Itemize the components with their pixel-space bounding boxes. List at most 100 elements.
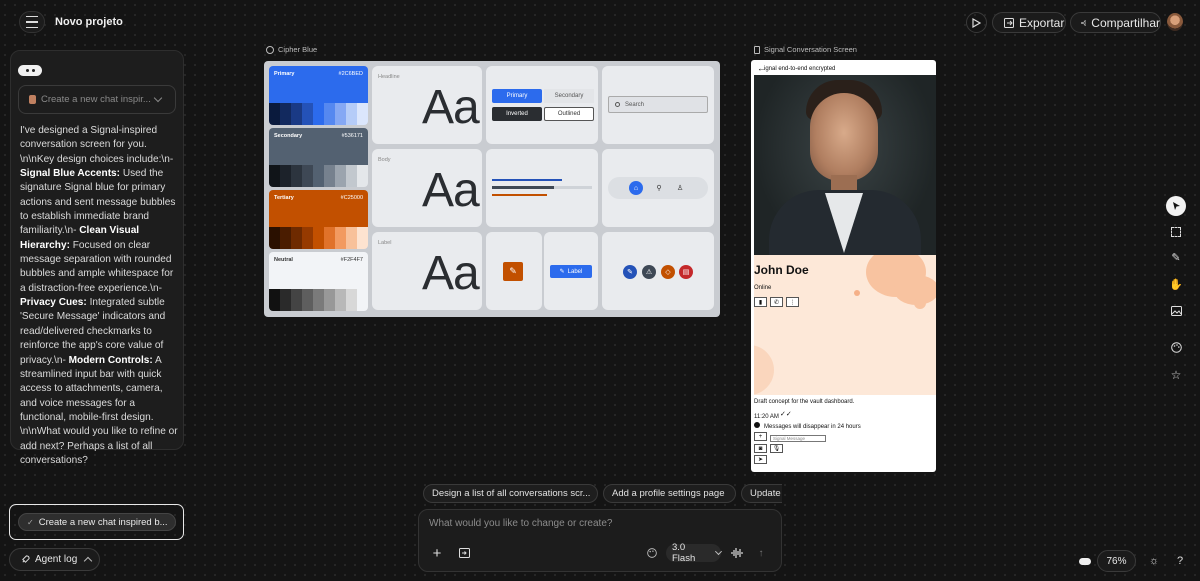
more-options-icon[interactable]: ⋮	[786, 297, 799, 307]
swatch-name: Tertiary	[274, 195, 294, 201]
voice-input-button[interactable]	[729, 546, 745, 560]
microphone-icon[interactable]: 🎙	[770, 444, 783, 453]
search-nav-icon[interactable]: ⚲	[652, 181, 666, 195]
design-system-frame[interactable]: Primary #2C6BED Secondary #536171 Tertiary #C…	[264, 61, 720, 317]
preview-button[interactable]	[966, 12, 987, 33]
swatch-hex: #2C6BED	[338, 71, 363, 77]
message-emphasis: Signal Blue Accents:	[20, 168, 121, 180]
tag-icon[interactable]: ◇	[661, 265, 675, 279]
message-text: I've designed a Signal-inspired conversa…	[20, 125, 174, 165]
theme-tool[interactable]	[1166, 337, 1186, 357]
color-shade	[357, 227, 368, 249]
chevron-up-icon	[84, 556, 93, 566]
help-icon: ?	[1176, 555, 1184, 567]
model-selector[interactable]: 3.0 Flash	[666, 542, 723, 564]
home-icon[interactable]: ⌂	[629, 181, 643, 195]
color-swatch-primary[interactable]: Primary #2C6BED	[269, 66, 368, 125]
color-swatch-secondary[interactable]: Secondary #536171	[269, 128, 368, 187]
message-input[interactable]: Signal Message	[770, 435, 826, 442]
color-shade	[324, 227, 335, 249]
color-shade	[335, 103, 346, 125]
outlined-button-sample[interactable]: Outlined	[544, 107, 594, 121]
agent-log-label: Agent log	[35, 554, 78, 565]
add-attachment-icon[interactable]: +	[754, 432, 767, 441]
inverted-button-sample[interactable]: Inverted	[492, 107, 542, 121]
favorite-tool[interactable]: ☆	[1166, 365, 1186, 385]
color-swatch-tertiary[interactable]: Tertiary #C25000	[269, 190, 368, 249]
progress-bar-blue	[492, 179, 562, 181]
camera-icon[interactable]: ◙	[754, 444, 767, 453]
suggestion-button[interactable]: ✓ Create a new chat inspired b...	[18, 513, 176, 531]
typing-indicator	[18, 65, 42, 76]
progress-card	[486, 149, 598, 227]
theme-toggle-button[interactable]: ☼	[1146, 553, 1162, 569]
pen-icon: ✎	[1171, 251, 1181, 264]
color-shade	[357, 103, 368, 125]
cloud-status-icon[interactable]	[1078, 555, 1092, 567]
star-icon: ☆	[1170, 368, 1182, 382]
palette-button[interactable]	[645, 546, 659, 560]
color-shade	[313, 227, 324, 249]
suggestion-chip[interactable]: Update n	[741, 484, 782, 503]
share-button[interactable]: Compartilhar	[1070, 12, 1161, 33]
primary-button-sample[interactable]: Primary	[492, 89, 542, 103]
color-shade	[280, 289, 291, 311]
swatch-name: Secondary	[274, 133, 303, 139]
export-label: Exportar	[1019, 15, 1065, 30]
swatch-hex: #C25000	[340, 195, 363, 201]
video-call-icon[interactable]: ▮	[754, 297, 767, 307]
phone-frame[interactable]: ← ignal end-to-end encrypted John Doe On…	[751, 60, 936, 472]
hand-tool[interactable]: ✋	[1166, 274, 1186, 294]
color-card: Primary #2C6BED Secondary #536171 Tertiary #C…	[264, 61, 371, 317]
progress-bar-dark	[492, 186, 554, 189]
menu-button[interactable]	[19, 11, 45, 33]
project-title[interactable]: Novo projeto	[55, 16, 123, 28]
suggestion-chip-number: 2	[735, 489, 736, 498]
suggestion-chip[interactable]: Add a profile settings page 2	[603, 484, 736, 503]
headline-label: Headline	[378, 74, 400, 80]
warning-icon[interactable]: ⚠	[642, 265, 656, 279]
secondary-button-sample[interactable]: Secondary	[544, 89, 594, 103]
color-shade	[357, 165, 368, 187]
phone-frame-label[interactable]: Signal Conversation Screen	[754, 45, 857, 54]
chat-reference-dropdown[interactable]: Create a new chat inspir...	[18, 85, 176, 114]
select-tool[interactable]	[1166, 196, 1186, 216]
color-shade	[269, 289, 280, 311]
color-shade	[346, 103, 357, 125]
attach-frame-button[interactable]	[457, 546, 471, 560]
label-chip-text: Label	[567, 268, 583, 275]
nav-card: ⌂ ⚲ ♙	[602, 149, 714, 227]
palette-tool-icon	[1170, 341, 1182, 353]
export-button[interactable]: Exportar	[992, 12, 1066, 33]
pen-tool[interactable]: ✎	[1166, 247, 1186, 267]
composer: What would you like to change or create?…	[418, 509, 782, 572]
edit-icon[interactable]: ✎	[503, 262, 523, 281]
color-shade	[335, 289, 346, 311]
color-shade	[302, 289, 313, 311]
color-swatch-neutral[interactable]: Neutral #F2F4F7	[269, 252, 368, 311]
tools-icon[interactable]: ✎	[623, 265, 637, 279]
contact-name: John Doe	[754, 263, 809, 277]
frame-import-icon	[458, 548, 470, 558]
user-avatar[interactable]	[1167, 13, 1183, 31]
label-chip-sample[interactable]: ✎ Label	[550, 265, 592, 278]
voice-call-icon[interactable]: ✆	[770, 297, 783, 307]
frame-tool[interactable]	[1166, 222, 1186, 242]
agent-log-button[interactable]: Agent log	[9, 548, 100, 571]
menu-icon	[26, 15, 38, 18]
swatch-hex: #F2F4F7	[340, 257, 363, 263]
design-system-frame-label[interactable]: Cipher Blue	[266, 45, 317, 54]
add-button[interactable]: +	[430, 545, 444, 562]
label-card: Label Aa	[372, 232, 482, 310]
profile-icon[interactable]: ♙	[673, 181, 687, 195]
zoom-control[interactable]: 76%	[1097, 550, 1136, 572]
suggestion-chip[interactable]: Design a list of all conversations scr..…	[423, 484, 598, 503]
image-tool[interactable]	[1166, 301, 1186, 321]
delete-icon[interactable]: ▤	[679, 265, 693, 279]
label-label: Label	[378, 240, 392, 246]
send-icon[interactable]: ➤	[754, 455, 767, 464]
send-button[interactable]: ↑	[754, 546, 768, 560]
prompt-input[interactable]: What would you like to change or create?	[429, 518, 612, 529]
search-sample[interactable]: Search	[608, 96, 708, 113]
help-button[interactable]: ?	[1172, 553, 1188, 569]
